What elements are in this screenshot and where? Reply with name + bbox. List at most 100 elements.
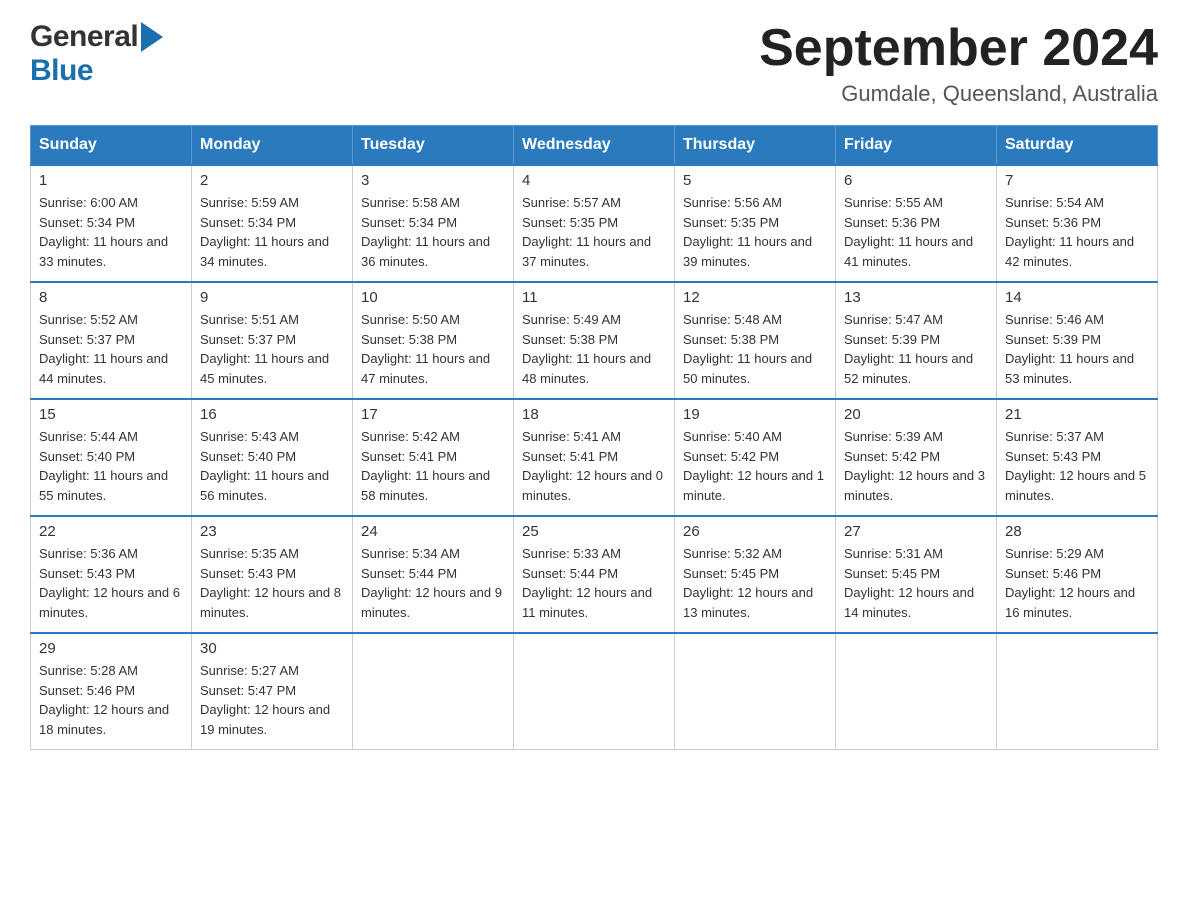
day-info: Sunrise: 5:40 AM Sunset: 5:42 PM Dayligh… bbox=[683, 427, 827, 505]
day-info: Sunrise: 5:58 AM Sunset: 5:34 PM Dayligh… bbox=[361, 193, 505, 271]
day-info: Sunrise: 6:00 AM Sunset: 5:34 PM Dayligh… bbox=[39, 193, 183, 271]
calendar-table: Sunday Monday Tuesday Wednesday Thursday… bbox=[30, 125, 1158, 750]
header-saturday: Saturday bbox=[997, 126, 1158, 166]
header-friday: Friday bbox=[836, 126, 997, 166]
day-info: Sunrise: 5:42 AM Sunset: 5:41 PM Dayligh… bbox=[361, 427, 505, 505]
day-info: Sunrise: 5:57 AM Sunset: 5:35 PM Dayligh… bbox=[522, 193, 666, 271]
table-row: 9 Sunrise: 5:51 AM Sunset: 5:37 PM Dayli… bbox=[192, 282, 353, 399]
table-row: 29 Sunrise: 5:28 AM Sunset: 5:46 PM Dayl… bbox=[31, 633, 192, 750]
table-row: 23 Sunrise: 5:35 AM Sunset: 5:43 PM Dayl… bbox=[192, 516, 353, 633]
day-number: 24 bbox=[361, 523, 505, 540]
table-row: 13 Sunrise: 5:47 AM Sunset: 5:39 PM Dayl… bbox=[836, 282, 997, 399]
day-number: 9 bbox=[200, 289, 344, 306]
day-number: 2 bbox=[200, 172, 344, 189]
table-row bbox=[514, 633, 675, 750]
table-row: 8 Sunrise: 5:52 AM Sunset: 5:37 PM Dayli… bbox=[31, 282, 192, 399]
calendar-header-row: Sunday Monday Tuesday Wednesday Thursday… bbox=[31, 126, 1158, 166]
location-title: Gumdale, Queensland, Australia bbox=[759, 81, 1158, 107]
day-number: 30 bbox=[200, 640, 344, 657]
day-info: Sunrise: 5:54 AM Sunset: 5:36 PM Dayligh… bbox=[1005, 193, 1149, 271]
day-info: Sunrise: 5:29 AM Sunset: 5:46 PM Dayligh… bbox=[1005, 544, 1149, 622]
day-number: 22 bbox=[39, 523, 183, 540]
day-number: 21 bbox=[1005, 406, 1149, 423]
day-number: 14 bbox=[1005, 289, 1149, 306]
header-wednesday: Wednesday bbox=[514, 126, 675, 166]
day-number: 12 bbox=[683, 289, 827, 306]
day-number: 10 bbox=[361, 289, 505, 306]
day-number: 29 bbox=[39, 640, 183, 657]
day-info: Sunrise: 5:35 AM Sunset: 5:43 PM Dayligh… bbox=[200, 544, 344, 622]
header-sunday: Sunday bbox=[31, 126, 192, 166]
table-row: 1 Sunrise: 6:00 AM Sunset: 5:34 PM Dayli… bbox=[31, 165, 192, 282]
table-row: 28 Sunrise: 5:29 AM Sunset: 5:46 PM Dayl… bbox=[997, 516, 1158, 633]
day-info: Sunrise: 5:39 AM Sunset: 5:42 PM Dayligh… bbox=[844, 427, 988, 505]
table-row bbox=[675, 633, 836, 750]
table-row: 18 Sunrise: 5:41 AM Sunset: 5:41 PM Dayl… bbox=[514, 399, 675, 516]
table-row: 19 Sunrise: 5:40 AM Sunset: 5:42 PM Dayl… bbox=[675, 399, 836, 516]
month-title: September 2024 bbox=[759, 20, 1158, 77]
day-number: 15 bbox=[39, 406, 183, 423]
table-row bbox=[353, 633, 514, 750]
calendar-week-row: 29 Sunrise: 5:28 AM Sunset: 5:46 PM Dayl… bbox=[31, 633, 1158, 750]
day-number: 6 bbox=[844, 172, 988, 189]
calendar-week-row: 8 Sunrise: 5:52 AM Sunset: 5:37 PM Dayli… bbox=[31, 282, 1158, 399]
table-row: 2 Sunrise: 5:59 AM Sunset: 5:34 PM Dayli… bbox=[192, 165, 353, 282]
day-info: Sunrise: 5:31 AM Sunset: 5:45 PM Dayligh… bbox=[844, 544, 988, 622]
table-row: 15 Sunrise: 5:44 AM Sunset: 5:40 PM Dayl… bbox=[31, 399, 192, 516]
table-row: 20 Sunrise: 5:39 AM Sunset: 5:42 PM Dayl… bbox=[836, 399, 997, 516]
table-row: 10 Sunrise: 5:50 AM Sunset: 5:38 PM Dayl… bbox=[353, 282, 514, 399]
table-row: 24 Sunrise: 5:34 AM Sunset: 5:44 PM Dayl… bbox=[353, 516, 514, 633]
day-number: 27 bbox=[844, 523, 988, 540]
day-info: Sunrise: 5:37 AM Sunset: 5:43 PM Dayligh… bbox=[1005, 427, 1149, 505]
day-info: Sunrise: 5:34 AM Sunset: 5:44 PM Dayligh… bbox=[361, 544, 505, 622]
day-number: 5 bbox=[683, 172, 827, 189]
day-number: 1 bbox=[39, 172, 183, 189]
table-row bbox=[997, 633, 1158, 750]
day-info: Sunrise: 5:47 AM Sunset: 5:39 PM Dayligh… bbox=[844, 310, 988, 388]
day-number: 11 bbox=[522, 289, 666, 306]
day-number: 17 bbox=[361, 406, 505, 423]
table-row: 3 Sunrise: 5:58 AM Sunset: 5:34 PM Dayli… bbox=[353, 165, 514, 282]
day-info: Sunrise: 5:46 AM Sunset: 5:39 PM Dayligh… bbox=[1005, 310, 1149, 388]
day-number: 23 bbox=[200, 523, 344, 540]
day-info: Sunrise: 5:28 AM Sunset: 5:46 PM Dayligh… bbox=[39, 661, 183, 739]
logo-general: General bbox=[30, 20, 138, 54]
day-info: Sunrise: 5:27 AM Sunset: 5:47 PM Dayligh… bbox=[200, 661, 344, 739]
header-thursday: Thursday bbox=[675, 126, 836, 166]
day-number: 19 bbox=[683, 406, 827, 423]
table-row: 4 Sunrise: 5:57 AM Sunset: 5:35 PM Dayli… bbox=[514, 165, 675, 282]
day-number: 18 bbox=[522, 406, 666, 423]
header-monday: Monday bbox=[192, 126, 353, 166]
day-number: 8 bbox=[39, 289, 183, 306]
day-info: Sunrise: 5:52 AM Sunset: 5:37 PM Dayligh… bbox=[39, 310, 183, 388]
logo-icon bbox=[141, 22, 163, 52]
table-row: 21 Sunrise: 5:37 AM Sunset: 5:43 PM Dayl… bbox=[997, 399, 1158, 516]
table-row: 5 Sunrise: 5:56 AM Sunset: 5:35 PM Dayli… bbox=[675, 165, 836, 282]
table-row: 17 Sunrise: 5:42 AM Sunset: 5:41 PM Dayl… bbox=[353, 399, 514, 516]
table-row: 26 Sunrise: 5:32 AM Sunset: 5:45 PM Dayl… bbox=[675, 516, 836, 633]
table-row: 6 Sunrise: 5:55 AM Sunset: 5:36 PM Dayli… bbox=[836, 165, 997, 282]
day-info: Sunrise: 5:33 AM Sunset: 5:44 PM Dayligh… bbox=[522, 544, 666, 622]
table-row: 11 Sunrise: 5:49 AM Sunset: 5:38 PM Dayl… bbox=[514, 282, 675, 399]
day-number: 13 bbox=[844, 289, 988, 306]
day-number: 3 bbox=[361, 172, 505, 189]
table-row: 16 Sunrise: 5:43 AM Sunset: 5:40 PM Dayl… bbox=[192, 399, 353, 516]
day-number: 25 bbox=[522, 523, 666, 540]
day-info: Sunrise: 5:55 AM Sunset: 5:36 PM Dayligh… bbox=[844, 193, 988, 271]
day-number: 28 bbox=[1005, 523, 1149, 540]
page-header: General Blue September 2024 Gumdale, Que… bbox=[30, 20, 1158, 107]
header-tuesday: Tuesday bbox=[353, 126, 514, 166]
day-info: Sunrise: 5:59 AM Sunset: 5:34 PM Dayligh… bbox=[200, 193, 344, 271]
day-number: 20 bbox=[844, 406, 988, 423]
table-row: 25 Sunrise: 5:33 AM Sunset: 5:44 PM Dayl… bbox=[514, 516, 675, 633]
day-info: Sunrise: 5:43 AM Sunset: 5:40 PM Dayligh… bbox=[200, 427, 344, 505]
calendar-week-row: 22 Sunrise: 5:36 AM Sunset: 5:43 PM Dayl… bbox=[31, 516, 1158, 633]
day-info: Sunrise: 5:51 AM Sunset: 5:37 PM Dayligh… bbox=[200, 310, 344, 388]
table-row bbox=[836, 633, 997, 750]
table-row: 22 Sunrise: 5:36 AM Sunset: 5:43 PM Dayl… bbox=[31, 516, 192, 633]
day-info: Sunrise: 5:41 AM Sunset: 5:41 PM Dayligh… bbox=[522, 427, 666, 505]
day-info: Sunrise: 5:56 AM Sunset: 5:35 PM Dayligh… bbox=[683, 193, 827, 271]
day-info: Sunrise: 5:36 AM Sunset: 5:43 PM Dayligh… bbox=[39, 544, 183, 622]
day-info: Sunrise: 5:49 AM Sunset: 5:38 PM Dayligh… bbox=[522, 310, 666, 388]
table-row: 7 Sunrise: 5:54 AM Sunset: 5:36 PM Dayli… bbox=[997, 165, 1158, 282]
